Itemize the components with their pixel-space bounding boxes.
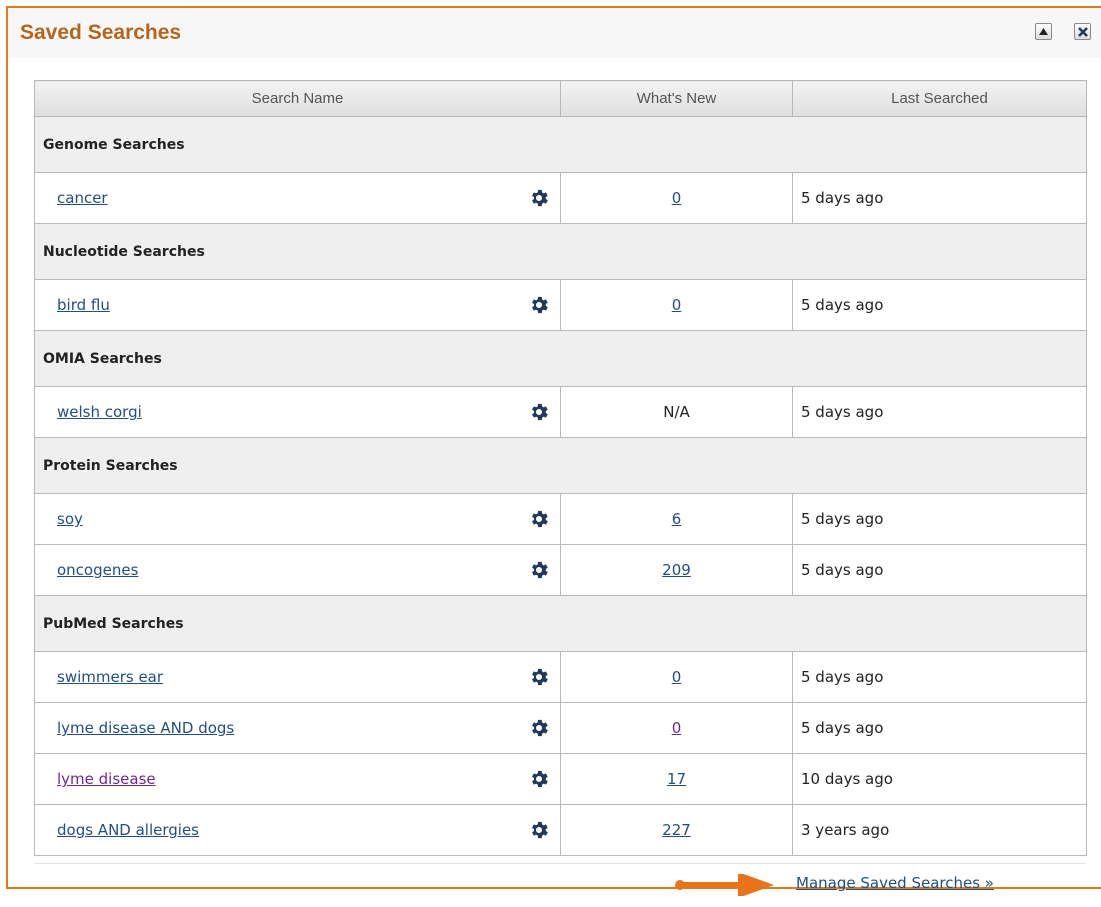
column-header-last-searched[interactable]: Last Searched bbox=[792, 80, 1087, 117]
gear-icon[interactable] bbox=[528, 768, 550, 790]
table-row: dogs AND allergies 227 3 years ago bbox=[34, 804, 1087, 856]
group-label: Nucleotide Searches bbox=[34, 223, 1087, 280]
search-name-cell: lyme disease bbox=[34, 753, 561, 805]
gear-icon[interactable] bbox=[528, 294, 550, 316]
last-searched-cell: 5 days ago bbox=[792, 493, 1087, 545]
whats-new-cell: 0 bbox=[560, 702, 793, 754]
whats-new-value: N/A bbox=[663, 403, 690, 421]
arrow-right-icon bbox=[675, 874, 774, 896]
group-label: PubMed Searches bbox=[34, 595, 1087, 652]
search-name-cell: welsh corgi bbox=[34, 386, 561, 438]
whats-new-link[interactable]: 209 bbox=[662, 561, 691, 579]
table-row: swimmers ear 0 5 days ago bbox=[34, 651, 1087, 703]
search-name-link[interactable]: swimmers ear bbox=[57, 668, 163, 686]
table-row: oncogenes 209 5 days ago bbox=[34, 544, 1087, 596]
last-searched-cell: 5 days ago bbox=[792, 544, 1087, 596]
search-name-cell: soy bbox=[34, 493, 561, 545]
saved-searches-panel: Saved Searches Search Name What's New La… bbox=[6, 6, 1101, 896]
whats-new-cell: 0 bbox=[560, 279, 793, 331]
search-name-cell: lyme disease AND dogs bbox=[34, 702, 561, 754]
group-label: Protein Searches bbox=[34, 437, 1087, 494]
whats-new-cell: 227 bbox=[560, 804, 793, 856]
triangle-up-icon bbox=[1039, 28, 1048, 35]
search-name-link[interactable]: cancer bbox=[57, 189, 108, 207]
whats-new-cell: 0 bbox=[560, 651, 793, 703]
table-row: lyme disease AND dogs 0 5 days ago bbox=[34, 702, 1087, 754]
whats-new-link[interactable]: 17 bbox=[667, 770, 686, 788]
whats-new-link[interactable]: 6 bbox=[672, 510, 682, 528]
panel-title: Saved Searches bbox=[20, 21, 182, 44]
last-searched-cell: 3 years ago bbox=[792, 804, 1087, 856]
table-row: welsh corgi N/A 5 days ago bbox=[34, 386, 1087, 438]
gear-icon[interactable] bbox=[528, 559, 550, 581]
whats-new-link[interactable]: 0 bbox=[672, 719, 682, 737]
footer-divider bbox=[34, 863, 1086, 864]
last-searched-cell: 5 days ago bbox=[792, 279, 1087, 331]
group-row: Nucleotide Searches bbox=[34, 223, 1087, 280]
saved-searches-table: Search Name What's New Last Searched Gen… bbox=[34, 80, 1087, 856]
collapse-button[interactable] bbox=[1035, 23, 1052, 40]
search-name-link[interactable]: bird flu bbox=[57, 296, 110, 314]
gear-icon[interactable] bbox=[528, 666, 550, 688]
gear-icon[interactable] bbox=[528, 187, 550, 209]
search-name-link[interactable]: lyme disease bbox=[57, 770, 156, 788]
search-name-cell: cancer bbox=[34, 172, 561, 224]
gear-icon[interactable] bbox=[528, 401, 550, 423]
search-name-link[interactable]: dogs AND allergies bbox=[57, 821, 199, 839]
last-searched-cell: 5 days ago bbox=[792, 702, 1087, 754]
group-label: OMIA Searches bbox=[34, 330, 1087, 387]
group-row: PubMed Searches bbox=[34, 595, 1087, 652]
column-header-search-name[interactable]: Search Name bbox=[34, 80, 561, 117]
whats-new-cell: 0 bbox=[560, 172, 793, 224]
whats-new-cell: 17 bbox=[560, 753, 793, 805]
search-name-link[interactable]: welsh corgi bbox=[57, 403, 142, 421]
table-header-row: Search Name What's New Last Searched bbox=[34, 80, 1087, 117]
gear-icon[interactable] bbox=[528, 819, 550, 841]
group-label: Genome Searches bbox=[34, 116, 1087, 173]
group-row: OMIA Searches bbox=[34, 330, 1087, 387]
close-button[interactable] bbox=[1074, 23, 1091, 40]
table-row: lyme disease 17 10 days ago bbox=[34, 753, 1087, 805]
column-header-whats-new[interactable]: What's New bbox=[560, 80, 793, 117]
whats-new-cell: 6 bbox=[560, 493, 793, 545]
whats-new-link[interactable]: 0 bbox=[672, 296, 682, 314]
whats-new-cell: 209 bbox=[560, 544, 793, 596]
search-name-cell: bird flu bbox=[34, 279, 561, 331]
whats-new-link[interactable]: 0 bbox=[672, 668, 682, 686]
table-row: bird flu 0 5 days ago bbox=[34, 279, 1087, 331]
table-row: soy 6 5 days ago bbox=[34, 493, 1087, 545]
search-name-cell: dogs AND allergies bbox=[34, 804, 561, 856]
search-name-cell: swimmers ear bbox=[34, 651, 561, 703]
search-name-link[interactable]: lyme disease AND dogs bbox=[57, 719, 234, 737]
search-name-cell: oncogenes bbox=[34, 544, 561, 596]
whats-new-cell: N/A bbox=[560, 386, 793, 438]
gear-icon[interactable] bbox=[528, 717, 550, 739]
panel-titlebar: Saved Searches bbox=[8, 8, 1101, 58]
last-searched-cell: 10 days ago bbox=[792, 753, 1087, 805]
table-row: cancer 0 5 days ago bbox=[34, 172, 1087, 224]
close-x-icon bbox=[1077, 26, 1088, 37]
last-searched-cell: 5 days ago bbox=[792, 651, 1087, 703]
search-name-link[interactable]: oncogenes bbox=[57, 561, 138, 579]
group-row: Genome Searches bbox=[34, 116, 1087, 173]
last-searched-cell: 5 days ago bbox=[792, 172, 1087, 224]
last-searched-cell: 5 days ago bbox=[792, 386, 1087, 438]
whats-new-link[interactable]: 227 bbox=[662, 821, 691, 839]
whats-new-link[interactable]: 0 bbox=[672, 189, 682, 207]
group-row: Protein Searches bbox=[34, 437, 1087, 494]
gear-icon[interactable] bbox=[528, 508, 550, 530]
search-name-link[interactable]: soy bbox=[57, 510, 83, 528]
manage-saved-searches-link[interactable]: Manage Saved Searches » bbox=[796, 874, 994, 892]
